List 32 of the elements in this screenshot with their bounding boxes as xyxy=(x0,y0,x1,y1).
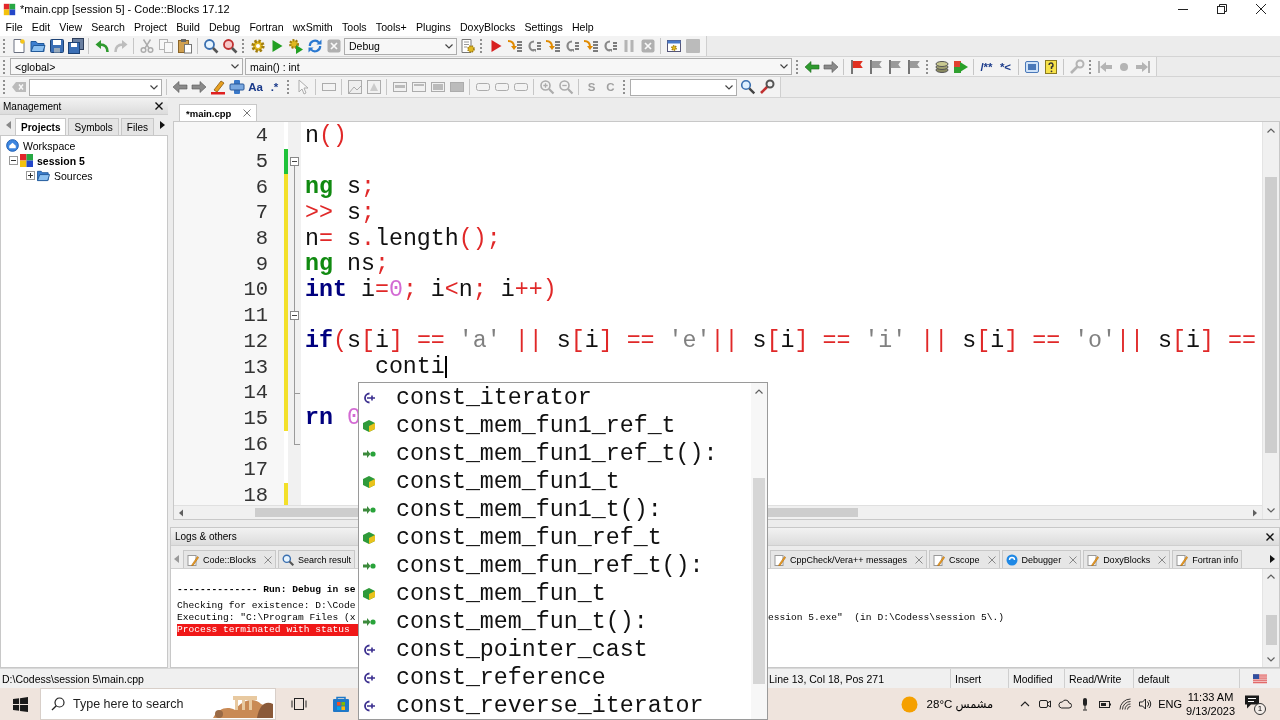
code-line: ng s; xyxy=(305,174,375,201)
code-line: n() xyxy=(305,122,347,149)
line-number: 10 xyxy=(243,278,268,302)
line-number: 6 xyxy=(255,175,268,199)
line-number: 12 xyxy=(243,329,268,353)
line-number: 18 xyxy=(243,483,268,505)
line-number: 9 xyxy=(255,252,268,276)
panel-title: Logs & others xyxy=(175,531,237,542)
notification-badge: 1 xyxy=(1254,703,1266,715)
code-line: n= s.length(); xyxy=(305,225,501,252)
line-number: 7 xyxy=(255,201,268,225)
code-line: int i=0; i<n; i++) xyxy=(305,276,557,303)
line-number: 11 xyxy=(243,304,268,328)
code-line: >> s; xyxy=(305,199,375,226)
code-line: ng ns; xyxy=(305,251,389,278)
log-line: -------------- Run: Debug in se xyxy=(177,584,357,596)
log-line: Executing: "C:\Program Files (x xyxy=(177,612,357,624)
line-number: 5 xyxy=(255,150,268,174)
line-number: 16 xyxy=(243,432,268,456)
line-number: 4 xyxy=(255,124,268,148)
panel-title: Management xyxy=(3,100,62,112)
window-title: *main.cpp [session 5] - Code::Blocks 17.12 xyxy=(20,3,230,15)
line-number: 15 xyxy=(243,406,268,430)
log-line: Checking for existence: D:\Code xyxy=(177,600,357,612)
log-line: ession 5.exe" (in D:\Codess\session 5\.) xyxy=(768,612,1006,624)
line-number: 13 xyxy=(243,355,268,379)
code-line: if(s[i] == 'a' || s[i] == 'e'|| s[i] == 'i' || s[i] == 'o'|| s[i] == xyxy=(305,328,1256,355)
code-line: conti xyxy=(374,354,445,381)
line-number: 8 xyxy=(255,227,268,251)
line-number: 17 xyxy=(243,458,268,482)
status-text: D:\Codess\session 5\main.cpp xyxy=(1,672,144,685)
line-number: 14 xyxy=(243,381,268,405)
